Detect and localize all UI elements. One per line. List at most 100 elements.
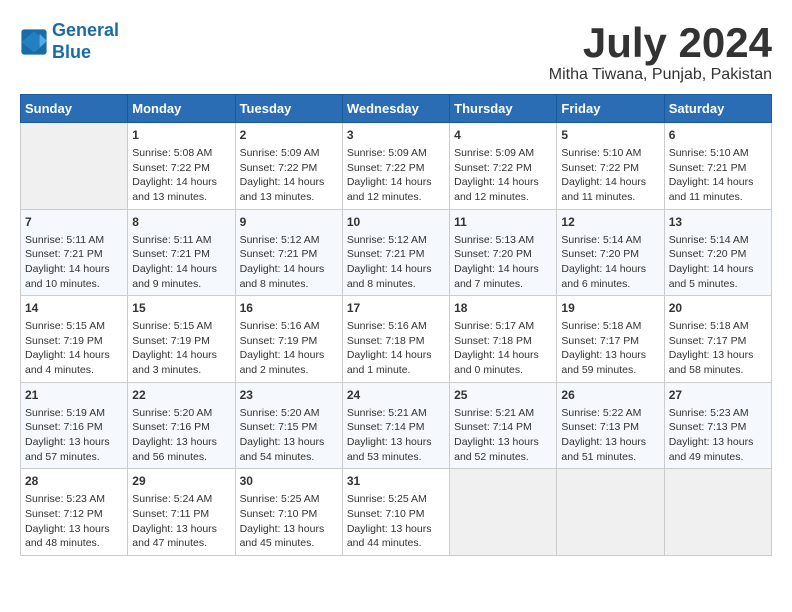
day-info: Sunrise: 5:25 AMSunset: 7:10 PMDaylight:… bbox=[347, 493, 432, 549]
month-title: July 2024 bbox=[549, 20, 772, 66]
calendar-day-cell: 2Sunrise: 5:09 AMSunset: 7:22 PMDaylight… bbox=[235, 123, 342, 210]
calendar-day-cell: 31Sunrise: 5:25 AMSunset: 7:10 PMDayligh… bbox=[342, 469, 449, 556]
day-info: Sunrise: 5:09 AMSunset: 7:22 PMDaylight:… bbox=[240, 147, 325, 203]
day-number: 7 bbox=[25, 214, 123, 231]
day-info: Sunrise: 5:22 AMSunset: 7:13 PMDaylight:… bbox=[561, 407, 646, 463]
calendar-day-cell: 17 Sunrise: 5:16 AMSunset: 7:18 PMDayligh… bbox=[342, 296, 449, 383]
calendar-week-row: 1Sunrise: 5:08 AMSunset: 7:22 PMDaylight… bbox=[21, 123, 772, 210]
calendar-day-cell: 19 Sunrise: 5:18 AMSunset: 7:17 PMDayligh… bbox=[557, 296, 664, 383]
day-number: 8 bbox=[132, 214, 230, 231]
day-number: 13 bbox=[669, 214, 767, 231]
day-number: 22 bbox=[132, 387, 230, 404]
day-info: Sunrise: 5:19 AMSunset: 7:16 PMDaylight:… bbox=[25, 407, 110, 463]
page-header: General Blue July 2024 Mitha Tiwana, Pun… bbox=[20, 20, 772, 84]
title-block: July 2024 Mitha Tiwana, Punjab, Pakistan bbox=[549, 20, 772, 84]
day-number: 16 bbox=[240, 300, 338, 317]
calendar-day-cell: 16Sunrise: 5:16 AMSunset: 7:19 PMDayligh… bbox=[235, 296, 342, 383]
day-number: 10 bbox=[347, 214, 445, 231]
day-number: 3 bbox=[347, 127, 445, 144]
calendar-day-cell: 9Sunrise: 5:12 AMSunset: 7:21 PMDaylight… bbox=[235, 209, 342, 296]
day-number: 17 bbox=[347, 300, 445, 317]
day-number: 15 bbox=[132, 300, 230, 317]
day-info: Sunrise: 5:20 AMSunset: 7:15 PMDaylight:… bbox=[240, 407, 325, 463]
calendar-week-row: 14 Sunrise: 5:15 AMSunset: 7:19 PMDayligh… bbox=[21, 296, 772, 383]
day-info: Sunrise: 5:14 AMSunset: 7:20 PMDaylight:… bbox=[669, 234, 754, 290]
day-info: Sunrise: 5:11 AMSunset: 7:21 PMDaylight:… bbox=[132, 234, 217, 290]
weekday-header: Wednesday bbox=[342, 95, 449, 123]
day-info: Sunrise: 5:21 AMSunset: 7:14 PMDaylight:… bbox=[347, 407, 432, 463]
logo-icon bbox=[20, 28, 48, 56]
day-number: 12 bbox=[561, 214, 659, 231]
day-info: Sunrise: 5:10 AMSunset: 7:22 PMDaylight:… bbox=[561, 147, 646, 203]
day-number: 4 bbox=[454, 127, 552, 144]
logo: General Blue bbox=[20, 20, 119, 63]
calendar-day-cell: 8 Sunrise: 5:11 AMSunset: 7:21 PMDaylight… bbox=[128, 209, 235, 296]
weekday-header: Sunday bbox=[21, 95, 128, 123]
calendar-day-cell: 7 Sunrise: 5:11 AMSunset: 7:21 PMDaylight… bbox=[21, 209, 128, 296]
day-number: 19 bbox=[561, 300, 659, 317]
day-info: Sunrise: 5:25 AMSunset: 7:10 PMDaylight:… bbox=[240, 493, 325, 549]
day-number: 26 bbox=[561, 387, 659, 404]
calendar-week-row: 21 Sunrise: 5:19 AMSunset: 7:16 PMDayligh… bbox=[21, 382, 772, 469]
day-info: Sunrise: 5:15 AMSunset: 7:19 PMDaylight:… bbox=[25, 320, 110, 376]
day-info: Sunrise: 5:12 AMSunset: 7:21 PMDaylight:… bbox=[347, 234, 432, 290]
calendar-day-cell bbox=[450, 469, 557, 556]
day-info: Sunrise: 5:09 AMSunset: 7:22 PMDaylight:… bbox=[454, 147, 539, 203]
calendar-body: 1Sunrise: 5:08 AMSunset: 7:22 PMDaylight… bbox=[21, 123, 772, 556]
day-info: Sunrise: 5:17 AMSunset: 7:18 PMDaylight:… bbox=[454, 320, 539, 376]
weekday-header: Friday bbox=[557, 95, 664, 123]
calendar-day-cell: 29Sunrise: 5:24 AMSunset: 7:11 PMDayligh… bbox=[128, 469, 235, 556]
logo-text: General Blue bbox=[52, 20, 119, 63]
weekday-row: SundayMondayTuesdayWednesdayThursdayFrid… bbox=[21, 95, 772, 123]
day-info: Sunrise: 5:13 AMSunset: 7:20 PMDaylight:… bbox=[454, 234, 539, 290]
day-number: 1 bbox=[132, 127, 230, 144]
calendar-week-row: 28 Sunrise: 5:23 AMSunset: 7:12 PMDayligh… bbox=[21, 469, 772, 556]
weekday-header: Monday bbox=[128, 95, 235, 123]
calendar-day-cell: 4 Sunrise: 5:09 AMSunset: 7:22 PMDaylight… bbox=[450, 123, 557, 210]
weekday-header: Saturday bbox=[664, 95, 771, 123]
day-number: 24 bbox=[347, 387, 445, 404]
calendar-day-cell: 30Sunrise: 5:25 AMSunset: 7:10 PMDayligh… bbox=[235, 469, 342, 556]
day-info: Sunrise: 5:18 AMSunset: 7:17 PMDaylight:… bbox=[561, 320, 646, 376]
calendar-day-cell: 18Sunrise: 5:17 AMSunset: 7:18 PMDayligh… bbox=[450, 296, 557, 383]
calendar-day-cell: 14 Sunrise: 5:15 AMSunset: 7:19 PMDayligh… bbox=[21, 296, 128, 383]
calendar-day-cell: 20 Sunrise: 5:18 AMSunset: 7:17 PMDayligh… bbox=[664, 296, 771, 383]
weekday-header: Thursday bbox=[450, 95, 557, 123]
day-number: 9 bbox=[240, 214, 338, 231]
calendar-day-cell: 11 Sunrise: 5:13 AMSunset: 7:20 PMDayligh… bbox=[450, 209, 557, 296]
day-info: Sunrise: 5:20 AMSunset: 7:16 PMDaylight:… bbox=[132, 407, 217, 463]
calendar-header: SundayMondayTuesdayWednesdayThursdayFrid… bbox=[21, 95, 772, 123]
calendar-day-cell: 13 Sunrise: 5:14 AMSunset: 7:20 PMDayligh… bbox=[664, 209, 771, 296]
weekday-header: Tuesday bbox=[235, 95, 342, 123]
day-info: Sunrise: 5:10 AMSunset: 7:21 PMDaylight:… bbox=[669, 147, 754, 203]
calendar-day-cell: 5 Sunrise: 5:10 AMSunset: 7:22 PMDaylight… bbox=[557, 123, 664, 210]
day-info: Sunrise: 5:11 AMSunset: 7:21 PMDaylight:… bbox=[25, 234, 110, 290]
day-number: 21 bbox=[25, 387, 123, 404]
day-number: 11 bbox=[454, 214, 552, 231]
calendar-day-cell: 1Sunrise: 5:08 AMSunset: 7:22 PMDaylight… bbox=[128, 123, 235, 210]
calendar-week-row: 7 Sunrise: 5:11 AMSunset: 7:21 PMDaylight… bbox=[21, 209, 772, 296]
day-info: Sunrise: 5:23 AMSunset: 7:13 PMDaylight:… bbox=[669, 407, 754, 463]
calendar-day-cell: 24 Sunrise: 5:21 AMSunset: 7:14 PMDayligh… bbox=[342, 382, 449, 469]
calendar-day-cell: 26 Sunrise: 5:22 AMSunset: 7:13 PMDayligh… bbox=[557, 382, 664, 469]
day-info: Sunrise: 5:23 AMSunset: 7:12 PMDaylight:… bbox=[25, 493, 110, 549]
calendar-day-cell: 15Sunrise: 5:15 AMSunset: 7:19 PMDayligh… bbox=[128, 296, 235, 383]
day-number: 20 bbox=[669, 300, 767, 317]
day-number: 5 bbox=[561, 127, 659, 144]
day-info: Sunrise: 5:16 AMSunset: 7:18 PMDaylight:… bbox=[347, 320, 432, 376]
day-number: 6 bbox=[669, 127, 767, 144]
calendar-day-cell bbox=[557, 469, 664, 556]
calendar-day-cell: 27Sunrise: 5:23 AMSunset: 7:13 PMDayligh… bbox=[664, 382, 771, 469]
calendar-day-cell: 6 Sunrise: 5:10 AMSunset: 7:21 PMDaylight… bbox=[664, 123, 771, 210]
day-number: 28 bbox=[25, 473, 123, 490]
day-info: Sunrise: 5:21 AMSunset: 7:14 PMDaylight:… bbox=[454, 407, 539, 463]
day-info: Sunrise: 5:18 AMSunset: 7:17 PMDaylight:… bbox=[669, 320, 754, 376]
day-number: 14 bbox=[25, 300, 123, 317]
calendar-day-cell: 23Sunrise: 5:20 AMSunset: 7:15 PMDayligh… bbox=[235, 382, 342, 469]
calendar-day-cell: 22 Sunrise: 5:20 AMSunset: 7:16 PMDayligh… bbox=[128, 382, 235, 469]
day-info: Sunrise: 5:24 AMSunset: 7:11 PMDaylight:… bbox=[132, 493, 217, 549]
calendar-day-cell: 10 Sunrise: 5:12 AMSunset: 7:21 PMDayligh… bbox=[342, 209, 449, 296]
calendar-day-cell: 3Sunrise: 5:09 AMSunset: 7:22 PMDaylight… bbox=[342, 123, 449, 210]
calendar-day-cell bbox=[664, 469, 771, 556]
calendar-day-cell: 12Sunrise: 5:14 AMSunset: 7:20 PMDayligh… bbox=[557, 209, 664, 296]
